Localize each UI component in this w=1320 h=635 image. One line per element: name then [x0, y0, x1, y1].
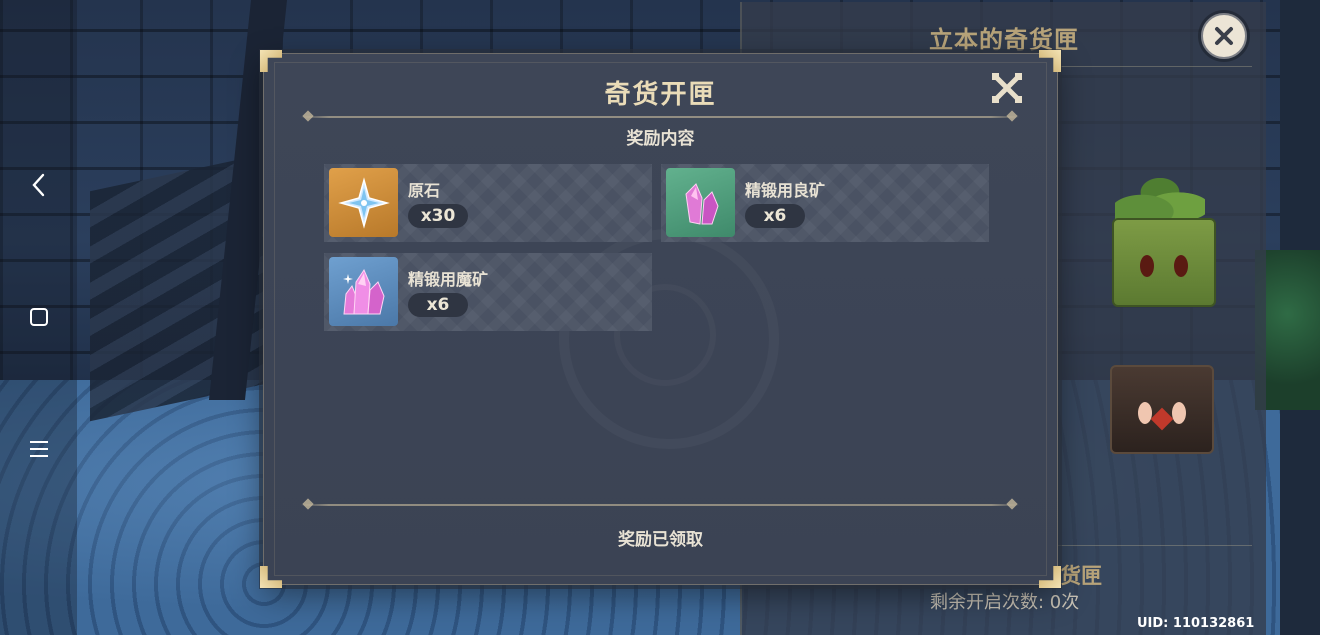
item-name: 精锻用良矿 [745, 181, 826, 200]
item-name: 原石 [408, 181, 441, 200]
green-chest-creature [1112, 218, 1216, 307]
panel-subtitle: 货匣 [1060, 564, 1102, 588]
reward-item-fine-ore[interactable]: 精锻用良矿 x6 [661, 164, 989, 242]
item-quantity: x30 [408, 204, 468, 228]
dialog-title: 奇货开匣 [604, 80, 717, 110]
eye [1172, 402, 1186, 424]
remaining-opens: 剩余开启次数: 0次 [930, 592, 1080, 613]
divider [300, 116, 1020, 118]
close-icon [992, 73, 1022, 103]
eye [1174, 255, 1188, 277]
primogem-icon [329, 168, 398, 237]
mouth [1150, 407, 1174, 431]
square-icon[interactable] [22, 300, 56, 334]
item-name: 精锻用魔矿 [408, 270, 489, 289]
eye [1140, 255, 1154, 277]
back-icon[interactable] [22, 168, 56, 202]
menu-icon[interactable] [22, 432, 56, 466]
rewards-claimed-status: 奖励已领取 [618, 530, 703, 550]
divider [300, 504, 1020, 506]
item-quantity: x6 [408, 293, 468, 317]
mystic-enhancement-ore-icon [329, 257, 398, 326]
uid-label: UID: 110132861 [1137, 616, 1255, 631]
system-nav-bar [0, 0, 77, 635]
item-quantity: x6 [745, 204, 805, 228]
open-chest-dialog: 奇货开匣 奖励内容 原石 x30 精锻用良矿 x6 精锻用魔矿 x6 奖励已领取 [260, 50, 1058, 585]
dialog-close-button[interactable] [990, 71, 1024, 105]
rewards-section-title: 奖励内容 [626, 129, 695, 149]
reward-item-primogem[interactable]: 原石 x30 [324, 164, 652, 242]
brown-chest-creature [1110, 365, 1214, 454]
panel-title: 立本的奇货匣 [929, 26, 1079, 54]
eye [1138, 402, 1152, 424]
fine-enhancement-ore-icon [666, 168, 735, 237]
reward-item-mystic-ore[interactable]: 精锻用魔矿 x6 [324, 253, 652, 331]
close-icon [1215, 27, 1233, 45]
panel-close-button[interactable] [1201, 13, 1247, 59]
